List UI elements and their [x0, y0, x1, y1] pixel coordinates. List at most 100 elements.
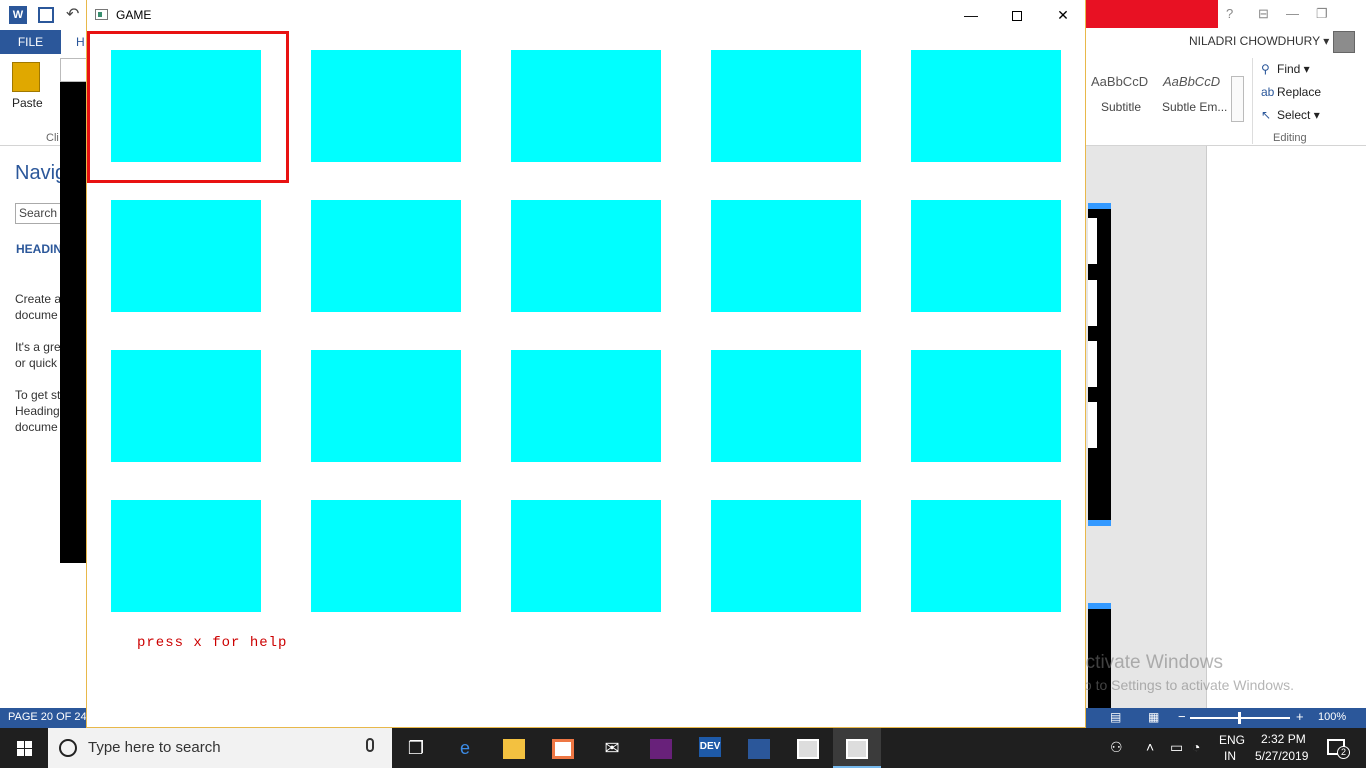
game-tile[interactable] — [311, 350, 461, 462]
page-count[interactable]: PAGE 20 OF 24 — [8, 711, 87, 723]
find-label: Find — [1277, 62, 1301, 76]
game-tile[interactable] — [111, 50, 261, 162]
replace-icon: ab — [1261, 85, 1275, 99]
battery-icon[interactable]: ▭ — [1170, 739, 1183, 756]
mail-button[interactable]: ✉ — [588, 728, 636, 768]
minimize-button[interactable]: — — [948, 0, 994, 30]
taskbar-search-input[interactable]: Type here to search — [48, 728, 392, 768]
clock-time[interactable]: 2:32 PM — [1261, 732, 1306, 746]
people-icon[interactable]: ⚇ — [1110, 739, 1123, 756]
game-tile[interactable] — [511, 350, 661, 462]
restore-icon[interactable]: ❐ — [1316, 6, 1328, 22]
game-window[interactable]: GAME — ✕ press x for help — [86, 0, 1086, 728]
game-tile[interactable] — [511, 200, 661, 312]
document-page[interactable] — [1206, 146, 1366, 708]
word-logo-icon[interactable]: W — [9, 6, 27, 24]
game-tile[interactable] — [311, 50, 461, 162]
file-explorer-button[interactable] — [490, 728, 538, 768]
user-name-label: NILADRI CHOWDHURY — [1189, 34, 1320, 48]
paste-icon[interactable] — [12, 62, 40, 92]
help-icon[interactable]: ? — [1226, 6, 1233, 21]
game-tile[interactable] — [511, 50, 661, 162]
minimize-icon[interactable]: — — [1286, 6, 1299, 21]
game-tile[interactable] — [711, 350, 861, 462]
zoom-level[interactable]: 100% — [1318, 711, 1346, 723]
nav-help-text: It's a gre — [15, 340, 61, 354]
game-tile[interactable] — [311, 500, 461, 612]
task-view-icon: ❐ — [407, 738, 425, 758]
ribbon-display-icon[interactable]: ⊟ — [1258, 6, 1269, 22]
maximize-button[interactable] — [994, 0, 1040, 30]
visual-studio-button[interactable] — [637, 728, 685, 768]
system-tray: ⚇ ˄ ▭ ◔ ENG IN 2:32 PM 5/27/2019 2 — [1100, 728, 1366, 768]
language-region[interactable]: IN — [1224, 749, 1236, 763]
nav-tab-headings[interactable]: HEADIN — [16, 242, 62, 256]
clock-date[interactable]: 5/27/2019 — [1255, 749, 1308, 763]
game-tile[interactable] — [911, 50, 1061, 162]
console-app-button[interactable] — [784, 728, 832, 768]
read-mode-icon[interactable]: ▤ — [1110, 710, 1121, 724]
background-window-cell — [1088, 280, 1097, 326]
store-button[interactable] — [539, 728, 587, 768]
tab-file[interactable]: FILE — [0, 30, 61, 54]
microphone-icon[interactable] — [366, 738, 374, 752]
tile-grid — [111, 50, 1071, 630]
dev-cpp-button[interactable]: DEV — [686, 728, 734, 768]
zoom-slider-thumb[interactable] — [1238, 712, 1241, 724]
undo-icon[interactable]: ↶ — [66, 4, 79, 24]
style-sample-subtitle[interactable]: AaBbCcD — [1091, 74, 1148, 89]
style-name-subtle-emphasis: Subtle Em... — [1162, 100, 1228, 114]
word-window-controls: ? ⊟ — ❐ — [1222, 4, 1362, 26]
game-tile[interactable] — [911, 200, 1061, 312]
replace-label: Replace — [1277, 85, 1322, 99]
close-button[interactable]: ✕ — [1040, 0, 1086, 30]
edge-button[interactable]: e — [441, 728, 489, 768]
word-button[interactable] — [735, 728, 783, 768]
paste-button-label[interactable]: Paste — [12, 96, 43, 110]
game-tile[interactable] — [911, 500, 1061, 612]
find-button[interactable]: ⚲ Find ▾ — [1261, 62, 1310, 76]
chevron-up-icon[interactable]: ˄ — [1146, 739, 1154, 755]
network-icon[interactable]: ◔ — [1192, 739, 1200, 755]
zoom-in-icon[interactable]: + — [1296, 709, 1304, 724]
game-tile[interactable] — [711, 50, 861, 162]
notification-count: 2 — [1337, 746, 1350, 759]
language-indicator[interactable]: ENG — [1219, 733, 1245, 747]
nav-help-text: docume — [15, 308, 58, 322]
nav-search-input[interactable]: Search d — [15, 203, 62, 224]
select-button[interactable]: ↖ Select ▾ — [1261, 108, 1320, 122]
edge-icon: e — [459, 738, 470, 758]
print-layout-icon[interactable]: ▦ — [1148, 710, 1159, 724]
game-tile[interactable] — [711, 500, 861, 612]
game-tile[interactable] — [711, 200, 861, 312]
cursor-icon: ↖ — [1261, 108, 1272, 122]
tab-home[interactable]: H — [76, 30, 85, 54]
nav-pane-title: Navig — [15, 162, 62, 184]
navigation-pane: Navig Search d HEADIN Create a docume It… — [0, 146, 62, 708]
zoom-controls: ▤ ▦ − + 100% — [1110, 709, 1366, 726]
game-tile[interactable] — [511, 500, 661, 612]
maximize-icon — [1012, 11, 1022, 22]
game-canvas[interactable]: press x for help — [87, 30, 1085, 728]
replace-button[interactable]: ab Replace — [1261, 85, 1321, 99]
nav-help-text: Create a — [15, 292, 62, 306]
game-tile[interactable] — [111, 500, 261, 612]
word-icon — [748, 739, 770, 760]
task-view-button[interactable]: ❐ — [392, 728, 440, 768]
save-icon[interactable] — [38, 7, 54, 23]
editing-group-label: Editing — [1273, 132, 1307, 144]
nav-help-text: docume — [15, 420, 58, 434]
avatar[interactable] — [1333, 31, 1355, 53]
game-app-button[interactable] — [833, 728, 881, 768]
game-tile[interactable] — [111, 200, 261, 312]
start-button[interactable] — [0, 728, 48, 768]
style-sample-subtle-emphasis[interactable]: AaBbCcD — [1163, 74, 1220, 89]
game-tile[interactable] — [111, 350, 261, 462]
game-tile[interactable] — [911, 350, 1061, 462]
window-title: GAME — [116, 8, 152, 22]
zoom-out-icon[interactable]: − — [1178, 709, 1186, 724]
user-name[interactable]: NILADRI CHOWDHURY ▾ — [1189, 34, 1329, 48]
game-titlebar[interactable]: GAME — ✕ — [87, 0, 1085, 30]
styles-scrollbar[interactable] — [1231, 76, 1244, 122]
game-tile[interactable] — [311, 200, 461, 312]
